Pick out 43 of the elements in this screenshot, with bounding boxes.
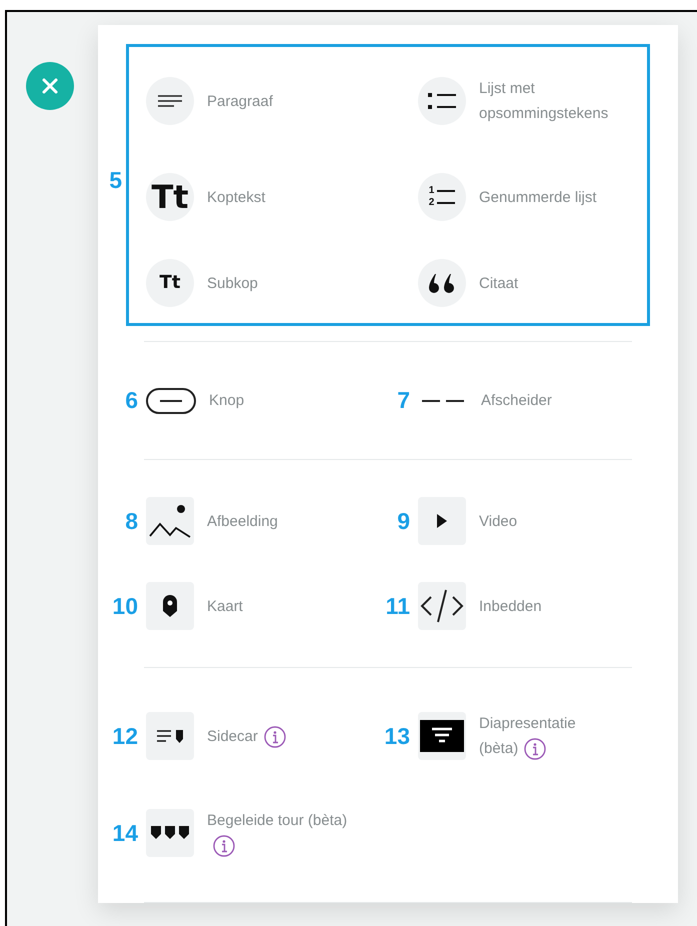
callout-number: 13 — [384, 724, 410, 748]
block-type-label[interactable]: Genummerde lijst — [479, 184, 597, 210]
callout-number: 9 — [397, 510, 410, 533]
map-pin-icon — [163, 595, 177, 618]
callout-number: 5 — [109, 169, 122, 192]
quote-icon — [428, 272, 456, 294]
callout-number: 6 — [125, 389, 138, 412]
block-type-label[interactable]: Afscheider — [481, 388, 552, 414]
code-icon — [420, 589, 464, 624]
info-icon[interactable] — [264, 726, 286, 748]
block-type-label[interactable]: Subkop — [207, 270, 258, 296]
heading-icon: Tt — [151, 181, 189, 213]
block-type-label[interactable]: Koptekst — [207, 184, 266, 210]
callout-number: 8 — [125, 510, 138, 533]
slideshow-icon — [420, 720, 464, 752]
block-type-label[interactable]: Lijst met opsommingstekens — [479, 76, 618, 126]
callout-number: 10 — [112, 594, 138, 618]
divider-icon — [422, 398, 464, 403]
bulleted-list-icon — [427, 90, 457, 112]
callout-number: 7 — [397, 389, 410, 412]
play-icon — [437, 514, 447, 528]
callout-number: 12 — [112, 724, 138, 748]
paragraph-icon — [157, 95, 183, 107]
subheading-icon: Tt — [160, 274, 180, 292]
block-type-label[interactable]: Afbeelding — [207, 508, 278, 534]
block-type-label[interactable]: Knop — [209, 388, 244, 414]
block-type-label[interactable]: Diapresentatie (bèta) — [479, 711, 618, 762]
block-type-label[interactable]: Kaart — [207, 594, 243, 619]
block-type-label[interactable]: Sidecar — [207, 724, 286, 749]
sidecar-icon — [156, 729, 184, 744]
block-type-label[interactable]: Paragraaf — [207, 88, 273, 114]
info-icon[interactable] — [524, 738, 546, 760]
close-button[interactable] — [26, 62, 74, 110]
mountain-image-icon — [149, 504, 191, 538]
block-type-label[interactable]: Video — [479, 508, 518, 534]
info-icon[interactable] — [213, 835, 235, 858]
block-type-label[interactable]: Inbedden — [479, 594, 542, 619]
callout-number: 11 — [386, 594, 410, 618]
pins-icon — [151, 826, 189, 840]
callout-number: 14 — [112, 822, 138, 845]
block-type-label[interactable]: Citaat — [479, 270, 518, 296]
block-type-label[interactable]: Begeleide tour (bèta) — [207, 808, 357, 858]
button-icon — [146, 388, 196, 414]
